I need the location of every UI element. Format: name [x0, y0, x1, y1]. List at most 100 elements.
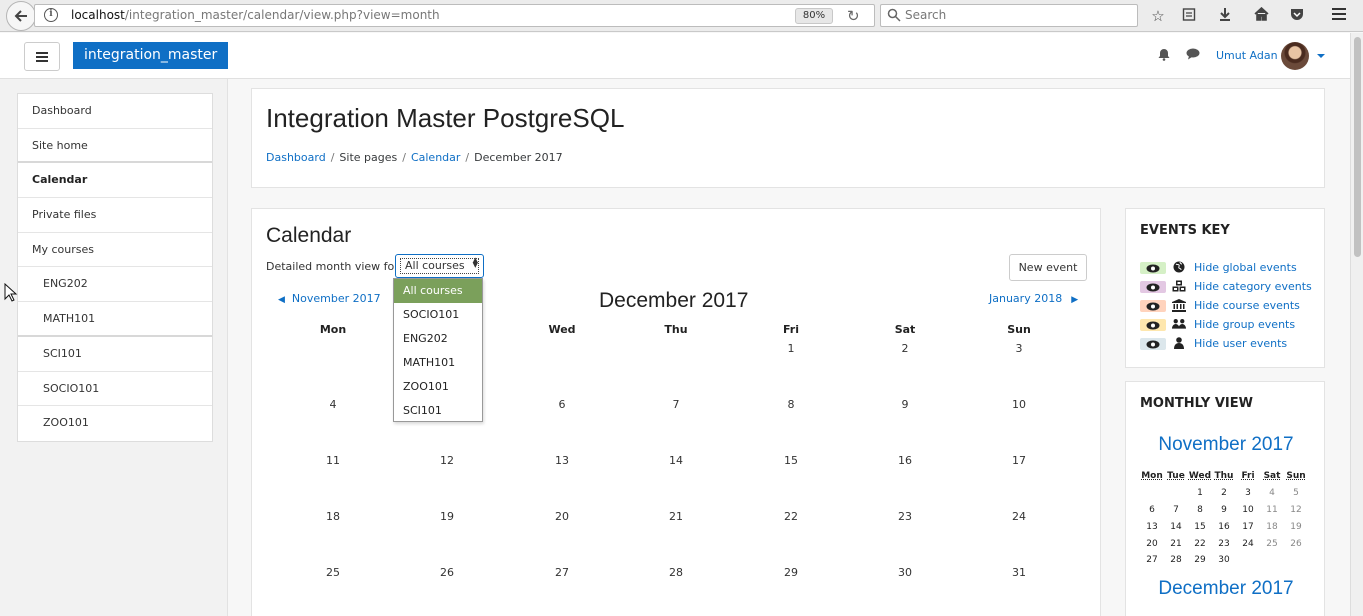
mini-calendar-day[interactable]: 5 — [1284, 488, 1308, 498]
mini-calendar-day[interactable]: 29 — [1188, 555, 1212, 565]
eye-icon[interactable] — [1140, 300, 1166, 312]
mini-calendar-day[interactable]: 27 — [1140, 555, 1164, 565]
user-menu-name[interactable]: Umut Adan — [1216, 49, 1278, 62]
home-icon[interactable] — [1251, 6, 1271, 26]
site-brand-link[interactable]: integration_master — [73, 42, 229, 69]
calendar-day[interactable]: 28 — [619, 566, 733, 579]
mini-calendar-day[interactable]: 9 — [1212, 505, 1236, 515]
hide-user-events-link[interactable]: Hide user events — [1194, 337, 1287, 350]
reading-list-icon[interactable] — [1179, 6, 1199, 26]
messages-icon[interactable] — [1186, 48, 1200, 63]
mini-calendar-day[interactable]: 2 — [1212, 488, 1236, 498]
mini-month-title[interactable]: November 2017 — [1126, 434, 1326, 456]
calendar-day[interactable]: 24 — [962, 510, 1076, 523]
nav-item-dashboard[interactable]: Dashboard — [18, 94, 212, 129]
browser-search-input[interactable]: Search — [880, 4, 1138, 27]
hide-course-events-link[interactable]: Hide course events — [1194, 299, 1300, 312]
mini-calendar-day[interactable]: 21 — [1164, 539, 1188, 549]
calendar-day[interactable]: 21 — [619, 510, 733, 523]
address-bar[interactable]: i localhost/integration_master/calendar/… — [34, 4, 875, 27]
calendar-day[interactable]: 7 — [619, 398, 733, 411]
hide-category-events-link[interactable]: Hide category events — [1194, 280, 1312, 293]
breadcrumb-dashboard[interactable]: Dashboard — [266, 151, 326, 164]
mini-calendar-day[interactable]: 3 — [1236, 488, 1260, 498]
mini-calendar-day[interactable]: 12 — [1284, 505, 1308, 515]
course-option[interactable]: SOCIO101 — [394, 303, 482, 327]
mini-calendar-day[interactable]: 11 — [1260, 505, 1284, 515]
mini-month-title[interactable]: December 2017 — [1126, 578, 1326, 600]
calendar-day[interactable]: 23 — [848, 510, 962, 523]
calendar-day[interactable]: 18 — [276, 510, 390, 523]
calendar-day[interactable]: 22 — [734, 510, 848, 523]
mini-calendar-day[interactable]: 24 — [1236, 539, 1260, 549]
calendar-day[interactable]: 9 — [848, 398, 962, 411]
menu-icon[interactable] — [1329, 6, 1349, 26]
breadcrumb-calendar[interactable]: Calendar — [411, 151, 460, 164]
mini-calendar-day[interactable]: 18 — [1260, 522, 1284, 532]
zoom-level[interactable]: 80% — [795, 8, 833, 24]
eye-icon[interactable] — [1140, 338, 1166, 350]
calendar-day[interactable]: 31 — [962, 566, 1076, 579]
calendar-day[interactable]: 13 — [505, 454, 619, 467]
course-option[interactable]: ENG202 — [394, 327, 482, 351]
mini-calendar-day[interactable]: 28 — [1164, 555, 1188, 565]
nav-item-private-files[interactable]: Private files — [18, 198, 212, 233]
mini-calendar-day[interactable]: 15 — [1188, 522, 1212, 532]
calendar-day[interactable]: 30 — [848, 566, 962, 579]
new-event-button[interactable]: New event — [1009, 254, 1087, 281]
pocket-icon[interactable] — [1287, 6, 1307, 26]
mini-calendar-day[interactable]: 13 — [1140, 522, 1164, 532]
mini-calendar-day[interactable]: 17 — [1236, 522, 1260, 532]
calendar-day[interactable]: 1 — [734, 342, 848, 355]
mini-calendar-day[interactable]: 7 — [1164, 505, 1188, 515]
nav-item-course[interactable]: SCI101 — [18, 337, 212, 372]
calendar-day[interactable]: 12 — [390, 454, 504, 467]
mini-calendar-day[interactable]: 10 — [1236, 505, 1260, 515]
calendar-day[interactable]: 2 — [848, 342, 962, 355]
mini-calendar-day[interactable]: 30 — [1212, 555, 1236, 565]
hide-group-events-link[interactable]: Hide group events — [1194, 318, 1295, 331]
mini-calendar-day[interactable]: 19 — [1284, 522, 1308, 532]
mini-calendar-day[interactable]: 8 — [1188, 505, 1212, 515]
nav-item-course[interactable]: MATH101 — [18, 302, 212, 337]
mini-calendar-day[interactable]: 16 — [1212, 522, 1236, 532]
course-option[interactable]: All courses — [394, 279, 482, 303]
calendar-day[interactable]: 26 — [390, 566, 504, 579]
calendar-day[interactable]: 29 — [734, 566, 848, 579]
page-scrollbar[interactable] — [1350, 33, 1363, 616]
calendar-day[interactable]: 4 — [276, 398, 390, 411]
mini-calendar-day[interactable]: 23 — [1212, 539, 1236, 549]
calendar-day[interactable]: 8 — [734, 398, 848, 411]
mini-calendar-day[interactable]: 22 — [1188, 539, 1212, 549]
scrollbar-thumb[interactable] — [1354, 37, 1361, 257]
calendar-day[interactable]: 3 — [962, 342, 1076, 355]
calendar-day[interactable]: 27 — [505, 566, 619, 579]
course-option[interactable]: SCI101 — [394, 399, 482, 423]
back-button[interactable] — [6, 1, 36, 31]
mini-calendar-day[interactable]: 26 — [1284, 539, 1308, 549]
nav-item-site-home[interactable]: Site home — [18, 129, 212, 164]
calendar-day[interactable]: 19 — [390, 510, 504, 523]
calendar-day[interactable]: 20 — [505, 510, 619, 523]
calendar-day[interactable]: 17 — [962, 454, 1076, 467]
prev-month-link[interactable]: ◀ November 2017 — [278, 292, 381, 305]
mini-calendar-day[interactable]: 14 — [1164, 522, 1188, 532]
nav-item-course[interactable]: ENG202 — [18, 267, 212, 303]
course-select[interactable]: All courses ▲ ▼ — [395, 254, 484, 278]
nav-item-course[interactable]: ZOO101 — [18, 406, 212, 441]
calendar-day[interactable]: 15 — [734, 454, 848, 467]
calendar-day[interactable]: 6 — [505, 398, 619, 411]
eye-icon[interactable] — [1140, 319, 1166, 331]
user-avatar[interactable] — [1281, 42, 1309, 70]
course-option[interactable]: MATH101 — [394, 351, 482, 375]
mini-calendar-day[interactable]: 1 — [1188, 488, 1212, 498]
download-icon[interactable] — [1215, 6, 1235, 26]
bookmark-star-icon[interactable]: ☆ — [1148, 6, 1168, 26]
calendar-day[interactable]: 25 — [276, 566, 390, 579]
nav-item-course[interactable]: SOCIO101 — [18, 372, 212, 407]
user-menu-caret-icon[interactable] — [1317, 54, 1325, 58]
calendar-day[interactable]: 11 — [276, 454, 390, 467]
calendar-day[interactable]: 10 — [962, 398, 1076, 411]
mini-calendar-day[interactable]: 20 — [1140, 539, 1164, 549]
calendar-day[interactable]: 14 — [619, 454, 733, 467]
